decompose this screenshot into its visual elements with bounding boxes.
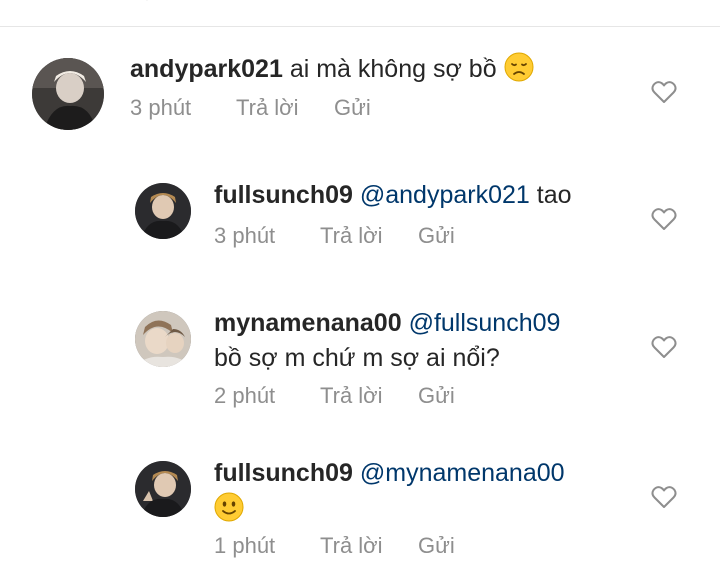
heart-outline-icon[interactable] [651, 80, 677, 104]
avatar[interactable] [135, 183, 191, 239]
comment-text: ai mà không sợ bồ [289, 55, 497, 83]
comment-username[interactable]: mynamenana00 [214, 309, 402, 337]
send-button[interactable]: Gửi [418, 222, 455, 250]
comment-time: 3 phút [214, 223, 276, 248]
avatar-image [32, 58, 104, 130]
avatar-image [135, 311, 191, 367]
comment-meta: 1 phút Trả lời Gửi [214, 532, 514, 560]
send-button[interactable]: Gửi [334, 94, 371, 122]
comment-body: fullsunch09 @mynamenana00 [214, 457, 565, 489]
comment-meta: 3 phút Trả lời Gửi [214, 222, 514, 250]
heart-outline-icon[interactable] [651, 485, 677, 509]
comment-username[interactable]: andypark021 [130, 55, 283, 83]
collapse-chevron-icon[interactable] [140, 0, 154, 2]
comment-meta: 3 phút Trả lời Gửi [130, 94, 430, 122]
heart-outline-icon[interactable] [651, 207, 677, 231]
avatar[interactable] [135, 311, 191, 367]
reply-button[interactable]: Trả lời [320, 222, 383, 250]
reply-button[interactable]: Trả lời [320, 382, 383, 410]
comment-time: 2 phút [214, 383, 276, 408]
avatar-image [135, 461, 191, 517]
comment-mention[interactable]: @andypark021 [360, 181, 530, 209]
divider [0, 26, 720, 27]
comment-mention[interactable]: @mynamenana00 [360, 459, 565, 487]
reply-button[interactable]: Trả lời [320, 532, 383, 560]
comment-time: 1 phút [214, 533, 276, 558]
comment-text: tao [536, 181, 572, 209]
send-button[interactable]: Gửi [418, 532, 455, 560]
send-button[interactable]: Gửi [418, 382, 455, 410]
comment-text: bồ sợ m chứ m sợ ai nổi? [214, 344, 500, 372]
comment-emoji-line [214, 492, 244, 525]
comment-body: fullsunch09 @andypark021 tao [214, 179, 572, 211]
comment-username[interactable]: fullsunch09 [214, 459, 353, 487]
comment-username[interactable]: fullsunch09 [214, 181, 353, 209]
avatar[interactable] [135, 461, 191, 517]
avatar[interactable] [32, 58, 104, 130]
heart-outline-icon[interactable] [651, 335, 677, 359]
comment-time: 3 phút [130, 95, 192, 120]
reply-button[interactable]: Trả lời [236, 94, 299, 122]
comment-body: mynamenana00 @fullsunch09 [214, 307, 560, 339]
comment-mention[interactable]: @fullsunch09 [409, 309, 561, 337]
slightly-smiling-face-icon [214, 492, 244, 522]
comment-meta: 2 phút Trả lời Gửi [214, 382, 514, 410]
disappointed-face-icon [504, 52, 534, 82]
avatar-image [135, 183, 191, 239]
comment-body: andypark021 ai mà không sợ bồ [130, 52, 534, 85]
